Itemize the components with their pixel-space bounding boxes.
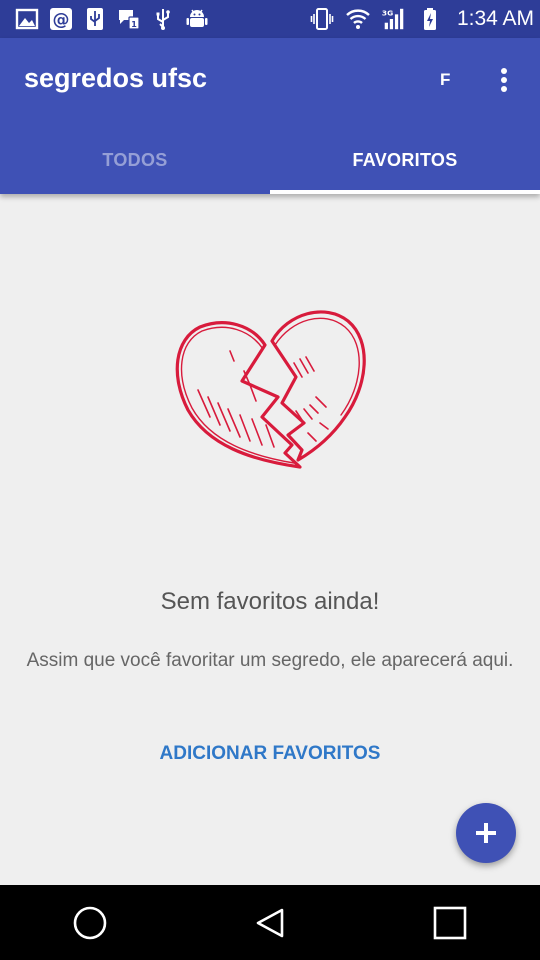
- tab-favoritos[interactable]: FAVORITOS: [270, 126, 540, 194]
- status-bar: @ 1 3G 1:34 AM: [0, 0, 540, 38]
- recents-square-icon: [433, 906, 467, 939]
- home-button[interactable]: [60, 893, 120, 953]
- usb-icon: [87, 8, 103, 30]
- battery-charging-icon: [423, 8, 436, 30]
- svg-text:3G: 3G: [382, 8, 393, 17]
- android-icon: [186, 9, 208, 27]
- system-navigation-bar: [0, 885, 540, 960]
- plus-icon: [476, 823, 496, 843]
- add-secret-fab[interactable]: [456, 803, 516, 863]
- overflow-menu-button[interactable]: [488, 60, 520, 100]
- vibrate-icon: [310, 8, 334, 30]
- back-triangle-icon: [256, 908, 284, 937]
- empty-state-subtitle: Assim que você favoritar um segredo, ele…: [26, 650, 514, 671]
- sms-icon: 1: [119, 10, 140, 30]
- back-button[interactable]: [240, 893, 300, 953]
- tab-todos[interactable]: TODOS: [0, 126, 270, 194]
- add-favorites-button[interactable]: ADICIONAR FAVORITOS: [0, 743, 540, 765]
- recents-button[interactable]: [420, 893, 480, 953]
- notification-icons: @ 1: [0, 7, 210, 31]
- broken-heart-icon: [175, 310, 366, 469]
- image-icon: [15, 8, 39, 30]
- status-clock: 1:34 AM: [456, 7, 534, 30]
- svg-text:@: @: [53, 10, 70, 30]
- app-bar: segredos ufsc F TODOS FAVORITOS: [0, 38, 540, 194]
- wifi-icon: [346, 9, 370, 29]
- empty-state-title: Sem favoritos ainda!: [160, 588, 380, 615]
- user-initial-button[interactable]: F: [440, 70, 450, 90]
- svg-text:1: 1: [131, 20, 137, 29]
- app-title: segredos ufsc: [24, 63, 208, 93]
- signal-icon: 3G: [382, 8, 404, 30]
- tab-bar: TODOS FAVORITOS: [0, 126, 540, 194]
- active-tab-indicator: [270, 190, 540, 194]
- home-circle-icon: [73, 906, 107, 939]
- usb-debug-icon: [156, 9, 170, 30]
- at-sign-icon: @: [50, 8, 72, 30]
- more-vertical-icon: [501, 68, 507, 92]
- system-icons: 3G 1:34 AM: [309, 7, 540, 31]
